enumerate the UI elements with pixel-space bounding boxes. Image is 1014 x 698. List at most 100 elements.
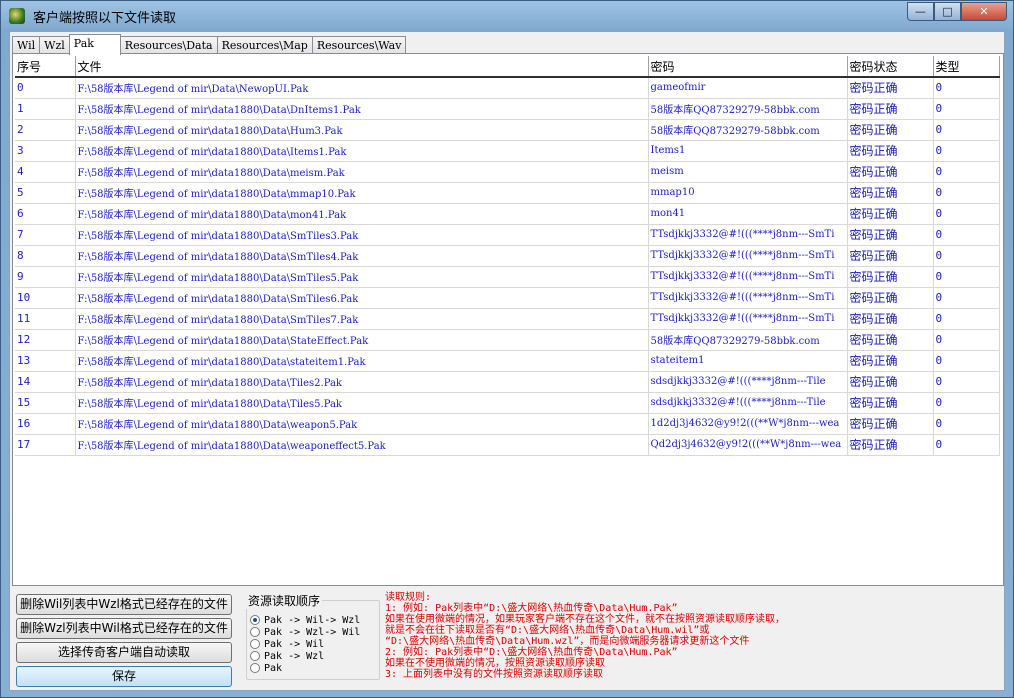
cell-index: 1: [15, 98, 76, 120]
cell-file: F:\58版本库\Legend of mir\data1880\Data\wea…: [75, 413, 649, 435]
file-table: 序号 文件 密码 密码状态 类型 0 F:\58版本库\Legend of mir…: [15, 56, 1000, 456]
tab-pak[interactable]: Pak: [68, 34, 121, 55]
cell-type: 0: [933, 224, 1000, 246]
cell-password: Qd2dj3j4632@y9!2(((**W*j8nm---wea: [648, 434, 848, 456]
table-row[interactable]: 15 F:\58版本库\Legend of mir\data1880\Data\T…: [15, 392, 1000, 414]
cell-file: F:\58版本库\Legend of mir\Data\NewopUI.Pak: [75, 77, 649, 99]
cell-file: F:\58版本库\Legend of mir\data1880\Data\sta…: [75, 350, 649, 372]
cell-password-status: 密码正确: [847, 119, 934, 141]
table-header-row: 序号 文件 密码 密码状态 类型: [15, 56, 1000, 78]
order-option[interactable]: Pak -> Wil: [250, 638, 324, 650]
cell-password-status: 密码正确: [847, 245, 934, 267]
cell-type: 0: [933, 140, 1000, 162]
cell-password: mmap10: [648, 182, 848, 204]
order-option[interactable]: Pak -> Wzl: [250, 650, 324, 662]
radio-button[interactable]: [250, 615, 260, 625]
table-row[interactable]: 10 F:\58版本库\Legend of mir\data1880\Data\S…: [15, 287, 1000, 309]
order-option-label: Pak -> Wil-> Wzl: [264, 614, 361, 626]
cell-index: 10: [15, 287, 76, 309]
radio-button[interactable]: [250, 651, 260, 661]
column-header-index[interactable]: 序号: [15, 56, 76, 78]
cell-index: 2: [15, 119, 76, 141]
cell-index: 3: [15, 140, 76, 162]
table-row[interactable]: 4 F:\58版本库\Legend of mir\data1880\Data\me…: [15, 161, 1000, 183]
cell-password: stateitem1: [648, 350, 848, 372]
cell-password: TTsdjkkj3332@#!(((****j8nm---SmTi: [648, 224, 848, 246]
table-row[interactable]: 8 F:\58版本库\Legend of mir\data1880\Data\Sm…: [15, 245, 1000, 267]
table-row[interactable]: 7 F:\58版本库\Legend of mir\data1880\Data\Sm…: [15, 224, 1000, 246]
table-row[interactable]: 11 F:\58版本库\Legend of mir\data1880\Data\S…: [15, 308, 1000, 330]
rule-line: 读取规则:: [385, 592, 432, 603]
tab-wil[interactable]: Wil: [12, 36, 41, 54]
maximize-button[interactable]: □: [934, 2, 961, 21]
table-row[interactable]: 0 F:\58版本库\Legend of mir\Data\NewopUI.Pak…: [15, 77, 1000, 99]
column-header-file[interactable]: 文件: [75, 56, 649, 78]
cell-type: 0: [933, 77, 1000, 99]
order-option[interactable]: Pak -> Wzl-> Wil: [250, 626, 360, 638]
radio-button[interactable]: [250, 663, 260, 673]
file-list-grid[interactable]: 序号 文件 密码 密码状态 类型 0 F:\58版本库\Legend of mir…: [12, 53, 1004, 586]
cell-file: F:\58版本库\Legend of mir\data1880\Data\Hum…: [75, 119, 649, 141]
order-option-label: Pak -> Wzl-> Wil: [264, 626, 361, 638]
table-row[interactable]: 13 F:\58版本库\Legend of mir\data1880\Data\s…: [15, 350, 1000, 372]
cell-type: 0: [933, 161, 1000, 183]
tab-wzl[interactable]: Wzl: [39, 36, 70, 54]
table-row[interactable]: 16 F:\58版本库\Legend of mir\data1880\Data\w…: [15, 413, 1000, 435]
delete-wil-button[interactable]: 删除Wil列表中Wzl格式已经存在的文件: [16, 594, 232, 615]
cell-password: 58版本库QQ87329279-58bbk.com: [648, 329, 848, 351]
order-option[interactable]: Pak: [250, 662, 282, 674]
cell-password: gameofmir: [648, 77, 848, 99]
save-button[interactable]: 保存: [16, 666, 232, 687]
tab-resources-wav[interactable]: Resources\Wav: [311, 36, 407, 54]
cell-index: 7: [15, 224, 76, 246]
cell-file: F:\58版本库\Legend of mir\data1880\Data\Sta…: [75, 329, 649, 351]
cell-file: F:\58版本库\Legend of mir\data1880\Data\Til…: [75, 371, 649, 393]
cell-password-status: 密码正确: [847, 140, 934, 162]
select-client-button[interactable]: 选择传奇客户端自动读取: [16, 642, 232, 663]
radio-button[interactable]: [250, 639, 260, 649]
client-area: Wil Wzl Pak Resources\Data Resources\Map…: [9, 31, 1005, 691]
cell-password-status: 密码正确: [847, 434, 934, 456]
cell-file: F:\58版本库\Legend of mir\data1880\Data\Ite…: [75, 140, 649, 162]
cell-type: 0: [933, 182, 1000, 204]
window-controls: — □ ✕: [907, 2, 1007, 21]
cell-password: mon41: [648, 203, 848, 225]
order-option[interactable]: Pak -> Wil-> Wzl: [250, 614, 360, 626]
column-header-type[interactable]: 类型: [933, 56, 1000, 78]
rule-line: 1: 例如: Pak列表中“D:\盛大网络\热血传奇\Data\Hum.Pak”: [385, 603, 678, 614]
column-header-password[interactable]: 密码: [648, 56, 848, 78]
table-row[interactable]: 14 F:\58版本库\Legend of mir\data1880\Data\T…: [15, 371, 1000, 393]
cell-file: F:\58版本库\Legend of mir\data1880\Data\mon…: [75, 203, 649, 225]
close-button[interactable]: ✕: [961, 2, 1007, 21]
tab-resources-data[interactable]: Resources\Data: [119, 36, 218, 54]
cell-type: 0: [933, 350, 1000, 372]
cell-file: F:\58版本库\Legend of mir\data1880\Data\SmT…: [75, 224, 649, 246]
cell-password-status: 密码正确: [847, 392, 934, 414]
radio-button[interactable]: [250, 627, 260, 637]
table-row[interactable]: 6 F:\58版本库\Legend of mir\data1880\Data\mo…: [15, 203, 1000, 225]
cell-file: F:\58版本库\Legend of mir\data1880\Data\wea…: [75, 434, 649, 456]
cell-password-status: 密码正确: [847, 224, 934, 246]
cell-index: 6: [15, 203, 76, 225]
tab-resources-map[interactable]: Resources\Map: [216, 36, 313, 54]
delete-wzl-button[interactable]: 删除Wzl列表中Wil格式已经存在的文件: [16, 618, 232, 639]
column-header-password-status[interactable]: 密码状态: [847, 56, 934, 78]
table-row[interactable]: 12 F:\58版本库\Legend of mir\data1880\Data\S…: [15, 329, 1000, 351]
table-row[interactable]: 5 F:\58版本库\Legend of mir\data1880\Data\mm…: [15, 182, 1000, 204]
order-option-label: Pak -> Wzl: [264, 650, 325, 662]
cell-type: 0: [933, 392, 1000, 414]
cell-index: 14: [15, 371, 76, 393]
table-row[interactable]: 1 F:\58版本库\Legend of mir\data1880\Data\Dn…: [15, 98, 1000, 120]
cell-password-status: 密码正确: [847, 161, 934, 183]
cell-password-status: 密码正确: [847, 77, 934, 99]
cell-password-status: 密码正确: [847, 266, 934, 288]
cell-password-status: 密码正确: [847, 98, 934, 120]
cell-password: meism: [648, 161, 848, 183]
table-row[interactable]: 2 F:\58版本库\Legend of mir\data1880\Data\Hu…: [15, 119, 1000, 141]
resource-order-title: 资源读取顺序: [246, 592, 323, 609]
table-row[interactable]: 3 F:\58版本库\Legend of mir\data1880\Data\It…: [15, 140, 1000, 162]
table-row[interactable]: 17 F:\58版本库\Legend of mir\data1880\Data\w…: [15, 434, 1000, 456]
table-row[interactable]: 9 F:\58版本库\Legend of mir\data1880\Data\Sm…: [15, 266, 1000, 288]
minimize-button[interactable]: —: [907, 2, 934, 21]
title-bar[interactable]: 客户端按照以下文件读取 — □ ✕: [1, 1, 1013, 31]
